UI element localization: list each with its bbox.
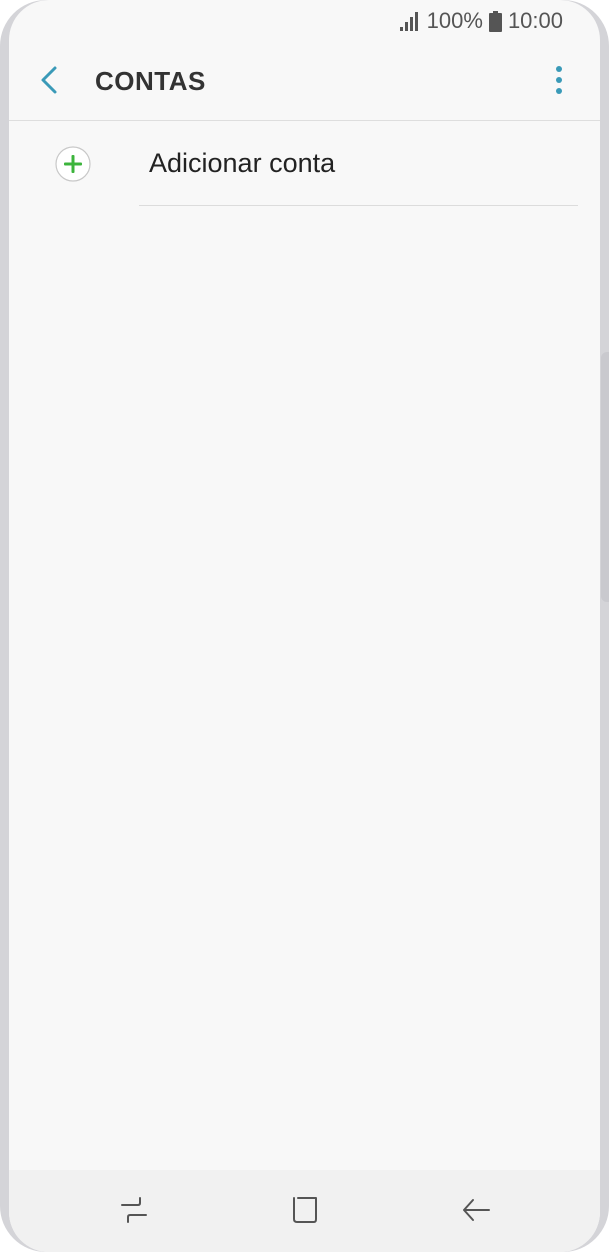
back-nav-button[interactable] <box>458 1194 494 1230</box>
back-button[interactable] <box>31 62 67 102</box>
recent-apps-icon <box>119 1195 149 1230</box>
divider <box>139 205 578 206</box>
status-bar: 100% 10:00 <box>9 0 600 44</box>
app-bar: CONTAS <box>9 44 600 121</box>
battery-percent: 100% <box>426 8 483 33</box>
status-indicators: 100% 10:00 <box>399 8 563 34</box>
signal-icon <box>399 11 421 31</box>
add-account-item[interactable]: Adicionar conta <box>9 122 600 206</box>
side-key <box>601 352 609 602</box>
screen: 100% 10:00 CONTAS Adicionar conta <box>9 0 600 1252</box>
back-arrow-icon <box>461 1195 491 1230</box>
add-account-label: Adicionar conta <box>149 148 336 178</box>
home-button[interactable] <box>287 1194 323 1230</box>
battery-icon <box>488 10 502 32</box>
home-icon <box>290 1195 320 1230</box>
plus-circle-icon <box>55 146 91 182</box>
page-title: CONTAS <box>95 66 206 96</box>
more-options-button[interactable] <box>544 62 574 102</box>
chevron-left-icon <box>39 65 59 100</box>
navigation-bar <box>9 1170 600 1252</box>
device-frame: 100% 10:00 CONTAS Adicionar conta <box>0 0 609 1252</box>
more-vertical-icon <box>555 65 563 100</box>
recent-apps-button[interactable] <box>116 1194 152 1230</box>
status-time: 10:00 <box>507 8 563 33</box>
